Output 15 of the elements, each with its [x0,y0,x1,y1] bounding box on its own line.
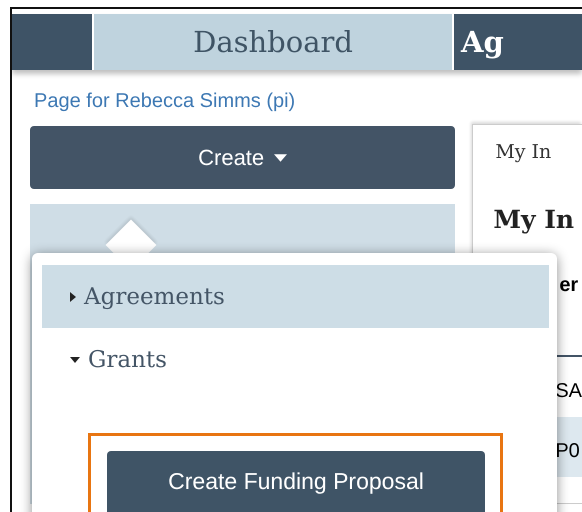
table-cell-text: SA [554,379,582,404]
panel-tab[interactable]: My In [495,141,582,163]
menu-group[interactable]: Grants [42,328,549,391]
collapsed-caret-icon [70,292,76,302]
nav-tab[interactable] [12,14,92,70]
menu-action-button[interactable]: Create Funding Proposal [107,451,485,512]
column-header: er [559,274,580,297]
expanded-caret-icon [70,356,80,362]
nav-tab[interactable]: Dashboard [94,14,452,70]
caret-icon [274,154,288,162]
panel-heading: My In [493,205,576,234]
page-link[interactable]: Page for Rebecca Simms (pi) [34,90,296,113]
nav-tab[interactable]: Ag [454,14,582,70]
create-button[interactable]: Create [30,126,456,189]
menu-group[interactable]: Agreements [42,265,549,328]
